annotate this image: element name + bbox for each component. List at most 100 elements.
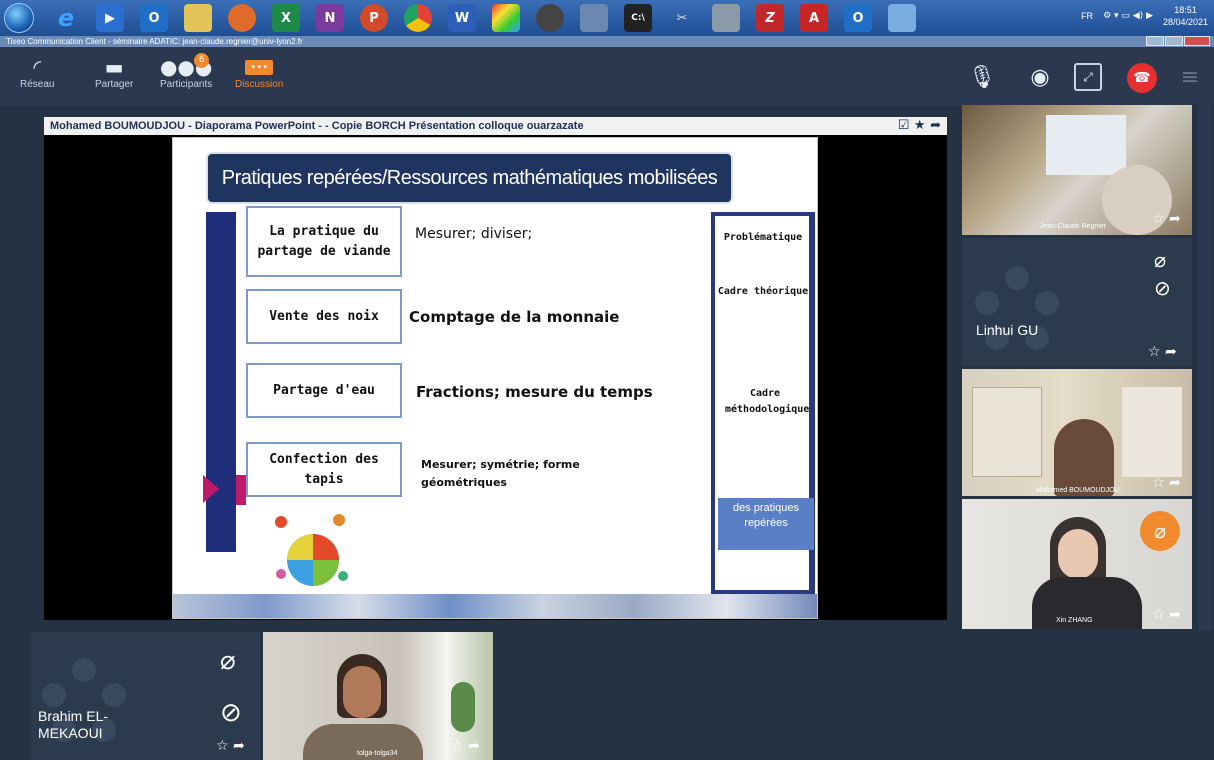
menu-icon[interactable]: ≡ bbox=[1176, 63, 1204, 91]
outline-item: Cadre méthodologique bbox=[725, 388, 810, 415]
star-icon[interactable]: ☆ bbox=[451, 738, 464, 754]
star-icon[interactable]: ★ bbox=[914, 118, 926, 133]
forward-icon[interactable]: ➦ bbox=[930, 118, 941, 133]
discussion-label: Discussion bbox=[235, 79, 284, 90]
outlook-icon[interactable]: O bbox=[844, 4, 872, 32]
star-icon[interactable]: ☆ bbox=[1152, 211, 1165, 227]
person-face bbox=[1058, 529, 1098, 579]
tool-icon[interactable]: ✂ bbox=[668, 4, 696, 32]
poster-background bbox=[972, 387, 1042, 477]
forward-icon[interactable]: ➦ bbox=[1169, 607, 1181, 623]
share-button[interactable]: ▬ Partager bbox=[95, 55, 133, 90]
practice-resources: Mesurer; diviser; bbox=[415, 226, 533, 242]
participant-name: tolga-tolga34 bbox=[357, 750, 398, 757]
practice-resources: Comptage de la monnaie bbox=[409, 308, 620, 326]
tixeo-icon[interactable] bbox=[888, 4, 916, 32]
star-icon[interactable]: ☆ bbox=[1152, 607, 1165, 623]
clock[interactable]: 18:51 28/04/2021 bbox=[1163, 4, 1208, 28]
tile-actions: ☆ ➦ bbox=[1152, 475, 1181, 491]
window-title: Tixeo Communication Client - séminaire A… bbox=[6, 37, 303, 46]
forward-icon[interactable]: ➦ bbox=[468, 738, 480, 754]
outlook-icon[interactable]: O bbox=[140, 4, 168, 32]
forward-icon[interactable]: ➦ bbox=[1169, 211, 1181, 227]
window-background bbox=[1046, 115, 1126, 175]
practice-box: Confection des tapis bbox=[246, 442, 402, 497]
chat-icon: ••• bbox=[244, 55, 274, 79]
star-icon[interactable]: ☆ bbox=[216, 738, 229, 754]
outline-item: Problématique bbox=[723, 232, 803, 243]
plant bbox=[451, 682, 475, 732]
start-button[interactable] bbox=[4, 3, 34, 33]
powerpoint-icon[interactable]: P bbox=[360, 4, 388, 32]
winamp-icon[interactable] bbox=[536, 4, 564, 32]
tiles-scrollbar[interactable] bbox=[1198, 105, 1212, 630]
microphone-icon[interactable]: 🎙 bbox=[968, 63, 996, 91]
filezilla-icon[interactable]: Z bbox=[756, 4, 784, 32]
forward-icon[interactable]: ➦ bbox=[1169, 475, 1181, 491]
share-screen-icon: ▬ bbox=[104, 55, 124, 79]
share-actions: ☑ ★ ➦ bbox=[898, 117, 941, 135]
excel-icon[interactable]: X bbox=[272, 4, 300, 32]
presentation-slide: Pratiques repérées/Ressources mathématiq… bbox=[172, 137, 818, 619]
media-player-icon[interactable]: ▶ bbox=[96, 4, 124, 32]
video-tile[interactable]: tolga-tolga34 ☆ ➦ bbox=[263, 632, 493, 760]
practice-resources: Fractions; mesure du temps bbox=[416, 383, 653, 401]
network-button[interactable]: ◜ Réseau bbox=[20, 55, 54, 90]
share-title: Mohamed BOUMOUDJOU - Diaporama PowerPoin… bbox=[50, 120, 584, 132]
video-tile[interactable]: Jean-Claude Regnier ☆ ➦ bbox=[962, 105, 1192, 235]
participants-button[interactable]: ●●● 6 Participants bbox=[159, 53, 213, 90]
minimize-button[interactable] bbox=[1146, 36, 1164, 46]
video-tile[interactable]: ⌀ Xin ZHANG ☆ ➦ bbox=[962, 499, 1192, 629]
outline-item: Cadre théorique bbox=[717, 286, 809, 297]
tray-icons[interactable]: ⚙ ▾ ▭ ◀) ▶ bbox=[1103, 11, 1153, 21]
poster-background bbox=[1122, 387, 1182, 477]
annotate-icon[interactable]: ☑ bbox=[898, 118, 910, 133]
practice-resources: Mesurer; symétrie; forme géométriques bbox=[421, 458, 580, 489]
hangup-icon[interactable]: ☎ bbox=[1127, 63, 1157, 93]
acrobat-icon[interactable]: A bbox=[800, 4, 828, 32]
outline-item-active: des pratiques repérées bbox=[718, 498, 814, 550]
participant-name: Brahim EL-MEKAOUI bbox=[38, 708, 109, 741]
video-tile[interactable]: Linhui GU ⌀ ⊘ ☆ ➦ bbox=[962, 238, 1192, 366]
language-indicator[interactable]: FR bbox=[1081, 11, 1093, 21]
person-face bbox=[343, 666, 381, 718]
window-titlebar: Tixeo Communication Client - séminaire A… bbox=[0, 36, 1214, 47]
file-explorer-icon[interactable] bbox=[184, 4, 212, 32]
outline-panel: Problématique Cadre théorique Cadre méth… bbox=[711, 212, 815, 594]
tile-actions: ☆ ➦ bbox=[1148, 344, 1177, 360]
chrome-icon[interactable] bbox=[404, 4, 432, 32]
camera-off-icon: ⊘ bbox=[1154, 276, 1171, 300]
firefox-icon[interactable] bbox=[228, 4, 256, 32]
camera-off-icon: ⊘ bbox=[220, 698, 242, 728]
close-button[interactable] bbox=[1184, 36, 1210, 46]
slide-marker-tab bbox=[236, 475, 246, 505]
ie-icon[interactable]: e bbox=[52, 4, 80, 32]
calculator-icon[interactable] bbox=[712, 4, 740, 32]
webcam-icon[interactable]: ◉ bbox=[1026, 63, 1054, 91]
forward-icon[interactable]: ➦ bbox=[1165, 344, 1177, 360]
terminal-icon[interactable]: C:\ bbox=[624, 4, 652, 32]
star-icon[interactable]: ☆ bbox=[1148, 344, 1161, 360]
app-toolbar: ◜ Réseau ▬ Partager ●●● 6 Participants •… bbox=[0, 47, 1214, 105]
participants-icon: ●●● 6 bbox=[159, 53, 213, 79]
tile-actions: ☆ ➦ bbox=[1152, 607, 1181, 623]
discussion-button[interactable]: ••• Discussion bbox=[235, 55, 283, 90]
fullscreen-icon[interactable]: ⤢ bbox=[1074, 63, 1102, 91]
video-tile[interactable]: Brahim EL-MEKAOUI ⌀ ⊘ ☆ ➦ bbox=[30, 632, 260, 760]
windows-taskbar: e ▶ O X N P W C:\ ✂ Z A O FR ⚙ ▾ ▭ ◀) ▶ … bbox=[0, 0, 1214, 36]
onenote-icon[interactable]: N bbox=[316, 4, 344, 32]
paint-icon[interactable] bbox=[492, 4, 520, 32]
clock-date: 28/04/2021 bbox=[1162, 17, 1208, 27]
slide-footer-strip bbox=[173, 594, 817, 618]
participants-label: Participants bbox=[160, 79, 213, 90]
mic-muted-icon: ⌀ bbox=[220, 646, 236, 676]
video-tile[interactable]: Mohamed BOUMOUDJOU ☆ ➦ bbox=[962, 369, 1192, 496]
settings-icon[interactable] bbox=[580, 4, 608, 32]
star-icon[interactable]: ☆ bbox=[1152, 475, 1165, 491]
practice-box: Vente des noix bbox=[246, 289, 402, 344]
word-icon[interactable]: W bbox=[448, 4, 476, 32]
puzzle-illustration bbox=[275, 514, 348, 586]
forward-icon[interactable]: ➦ bbox=[233, 738, 245, 754]
maximize-button[interactable] bbox=[1165, 36, 1183, 46]
network-gauge-icon: ◜ bbox=[33, 55, 42, 79]
